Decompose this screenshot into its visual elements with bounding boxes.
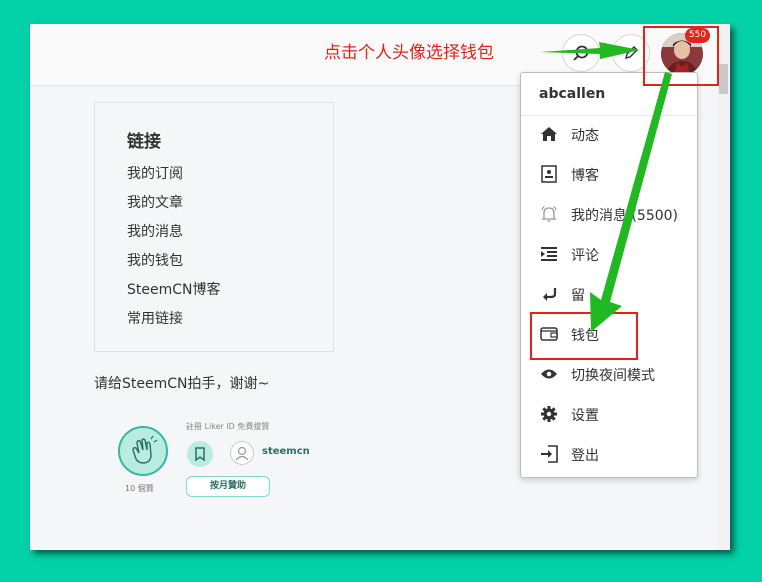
avatar-highlight-box [643, 26, 719, 86]
like-button[interactable] [118, 426, 168, 476]
menu-item-label: 设置 [571, 408, 599, 424]
menu-item-comments[interactable]: 评论 [521, 234, 697, 274]
clap-icon [132, 435, 158, 464]
pencil-icon [624, 45, 639, 60]
search-icon [573, 45, 589, 61]
page-scrollbar[interactable] [717, 24, 730, 550]
menu-item-messages[interactable]: 我的消息 (5500) [521, 194, 697, 234]
menu-item-feed[interactable]: 动态 [521, 114, 697, 154]
thanks-text: 请给SteemCN拍手，谢谢~ [94, 376, 270, 392]
link-my-articles[interactable]: 我的文章 [127, 192, 221, 221]
menu-item-label: 动态 [571, 128, 599, 144]
menu-item-logout[interactable]: 登出 [521, 434, 697, 474]
search-button[interactable] [562, 34, 600, 72]
menu-item-label: 评论 [571, 248, 599, 264]
link-my-wallet[interactable]: 我的钱包 [127, 250, 221, 279]
menu-item-settings[interactable]: 设置 [521, 394, 697, 434]
menu-item-replies[interactable]: 留 [521, 274, 697, 314]
liker-avatar [230, 441, 254, 465]
menu-item-label: 登出 [571, 448, 599, 464]
links-list: 我的订阅 我的文章 我的消息 我的钱包 SteemCN博客 常用链接 [127, 163, 221, 337]
menu-item-label: 我的消息 (5500) [571, 208, 679, 224]
wallet-highlight-box [530, 312, 638, 360]
eye-icon [539, 364, 559, 384]
bell-icon [539, 204, 559, 224]
link-common-links[interactable]: 常用链接 [127, 308, 221, 337]
menu-item-label: 博客 [571, 168, 599, 184]
bookmark-button[interactable] [187, 441, 213, 467]
user-icon [235, 446, 249, 461]
menu-item-label: 切换夜间模式 [571, 368, 655, 384]
comments-icon [539, 244, 559, 264]
monthly-sponsor-button[interactable]: 按月贊助 [186, 476, 270, 497]
menu-item-blog[interactable]: 博客 [521, 154, 697, 194]
menu-item-night-mode[interactable]: 切换夜间模式 [521, 354, 697, 394]
gear-icon [539, 404, 559, 424]
reply-icon [539, 284, 559, 304]
dropdown-username: abcallen [539, 86, 606, 102]
bookmark-icon [195, 447, 205, 461]
scrollbar-thumb[interactable] [719, 64, 728, 94]
home-icon [539, 124, 559, 144]
link-my-messages[interactable]: 我的消息 [127, 221, 221, 250]
links-card: 链接 我的订阅 我的文章 我的消息 我的钱包 SteemCN博客 常用链接 [94, 102, 334, 352]
links-title: 链接 [127, 132, 161, 152]
link-steemcn-blog[interactable]: SteemCN博客 [127, 279, 221, 308]
link-my-subscriptions[interactable]: 我的订阅 [127, 163, 221, 192]
liker-username[interactable]: steemcn [262, 446, 310, 457]
annotation-text: 点击个人头像选择钱包 [324, 43, 494, 63]
user-dropdown-menu: abcallen 动态 博客 我的消息 (5500) 评论 留 钱包 切换夜间模… [520, 72, 698, 478]
liker-register-link[interactable]: 註冊 Liker ID 免費拔贊 [186, 421, 269, 432]
like-count: 10 個贊 [125, 484, 154, 493]
blog-icon [539, 164, 559, 184]
menu-item-label: 留 [571, 288, 585, 304]
logout-icon [539, 444, 559, 464]
